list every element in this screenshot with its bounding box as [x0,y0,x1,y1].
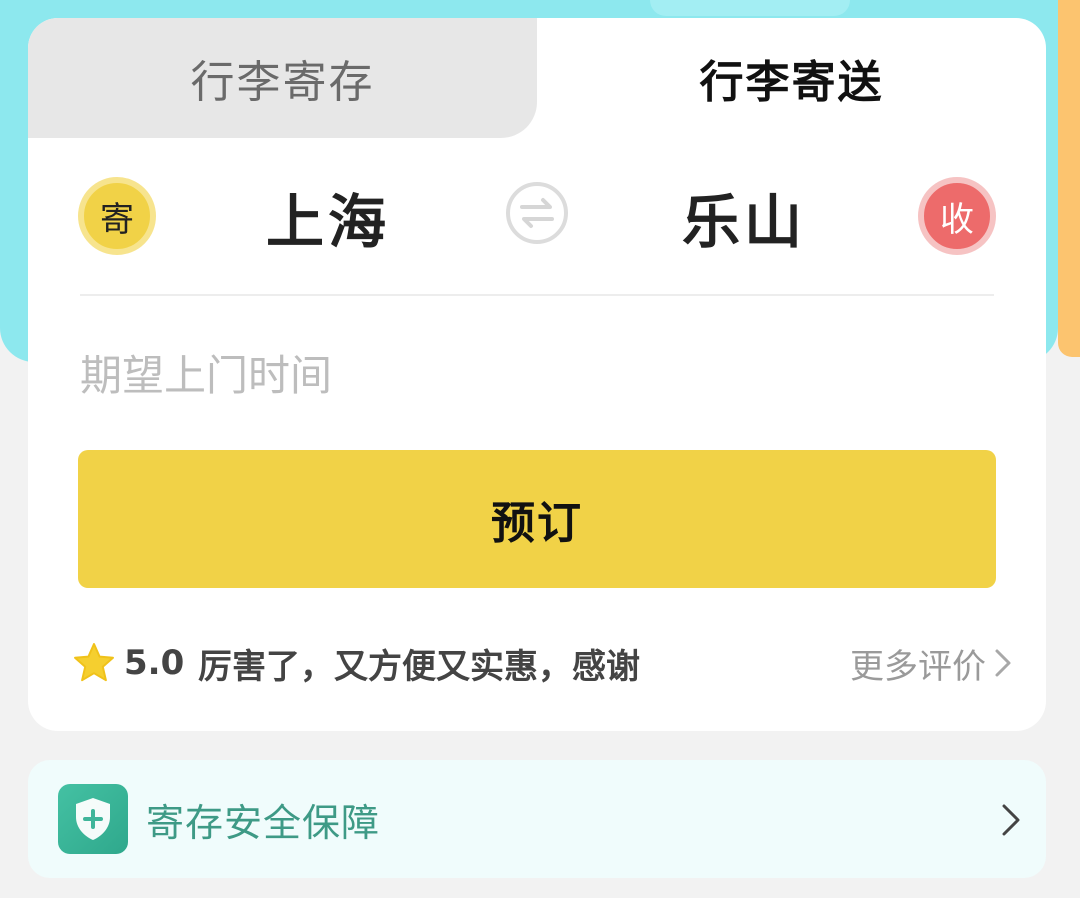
pickup-time-field[interactable]: 期望上门时间 [80,340,332,404]
chevron-right-icon [1002,804,1020,836]
chevron-right-icon [995,649,1011,677]
luggage-card: 行李寄存 行李寄送 寄 上海 乐山 收 期望上门时间 预订 5.0 厉害了，又方… [28,18,1046,731]
shield-plus-icon [58,784,128,854]
book-button[interactable]: 预订 [78,450,996,588]
rating-value: 5.0 [124,643,185,683]
route-row: 寄 上海 乐山 收 [28,173,1046,261]
swap-arrows-icon[interactable] [505,181,569,245]
storage-safety-guarantee[interactable]: 寄存安全保障 [28,760,1046,878]
more-reviews-link[interactable]: 更多评价 [850,636,1012,690]
send-badge: 寄 [78,177,156,255]
from-city[interactable]: 上海 [208,173,448,261]
side-decoration [1058,0,1080,357]
review-text: 厉害了，又方便又实惠，感谢 [198,646,640,687]
to-city[interactable]: 乐山 [624,173,864,261]
header-decoration [650,0,850,16]
tab-luggage-delivery[interactable]: 行李寄送 [537,18,1046,138]
tab-luggage-storage[interactable]: 行李寄存 [28,18,537,138]
divider [80,294,994,296]
app-screen: 行李寄存 行李寄送 寄 上海 乐山 收 期望上门时间 预订 5.0 厉害了，又方… [0,0,1080,898]
receive-badge: 收 [918,177,996,255]
more-reviews-label: 更多评价 [850,646,986,687]
star-icon [74,643,114,682]
safety-label: 寄存安全保障 [146,800,381,845]
review-row: 5.0 厉害了，又方便又实惠，感谢 更多评价 [72,636,1012,690]
